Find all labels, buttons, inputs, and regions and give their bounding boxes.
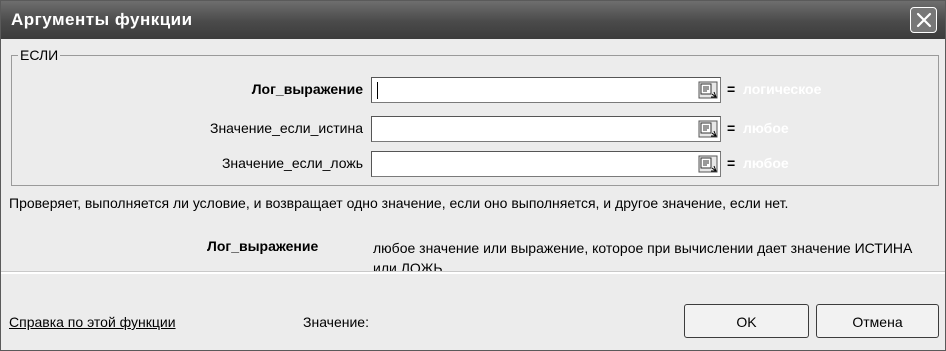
collapse-dialog-icon[interactable] — [698, 81, 718, 99]
arg-label-log-expression: Лог_выражение — [251, 81, 363, 97]
value-label: Значение: — [303, 314, 369, 330]
arg-input-log-expression[interactable] — [371, 77, 721, 103]
dialog-title: Аргументы функции — [11, 10, 193, 29]
function-name: ЕСЛИ — [18, 47, 61, 63]
arg-result-value-if-true: любое — [743, 120, 789, 136]
arg-label-value-if-false: Значение_если_ложь — [221, 155, 363, 171]
footer-separator — [1, 271, 945, 274]
equals-sign: = — [727, 81, 736, 97]
arg-input-value-if-false[interactable] — [371, 151, 721, 177]
arg-result-log-expression: логическое — [743, 81, 822, 97]
argument-description-name: Лог_выражение — [207, 238, 319, 254]
ok-button[interactable]: OK — [684, 304, 809, 338]
collapse-dialog-icon[interactable] — [698, 155, 718, 173]
close-icon — [916, 12, 932, 28]
cancel-button[interactable]: Отмена — [816, 304, 939, 338]
equals-sign: = — [727, 155, 736, 171]
arg-input-value-if-true[interactable] — [371, 116, 721, 142]
function-arguments-dialog: Аргументы функции ЕСЛИ Лог_выражение = л… — [0, 0, 946, 351]
text-caret — [377, 82, 378, 99]
close-button[interactable] — [910, 7, 937, 33]
arg-label-value-if-true: Значение_если_истина — [209, 120, 363, 136]
arg-result-value-if-false: любое — [743, 155, 789, 171]
equals-sign: = — [727, 120, 736, 136]
function-description: Проверяет, выполняется ли условие, и воз… — [9, 195, 789, 211]
help-link[interactable]: Справка по этой функции — [9, 314, 176, 330]
collapse-dialog-icon[interactable] — [698, 120, 718, 138]
title-bar[interactable]: Аргументы функции — [1, 1, 945, 39]
